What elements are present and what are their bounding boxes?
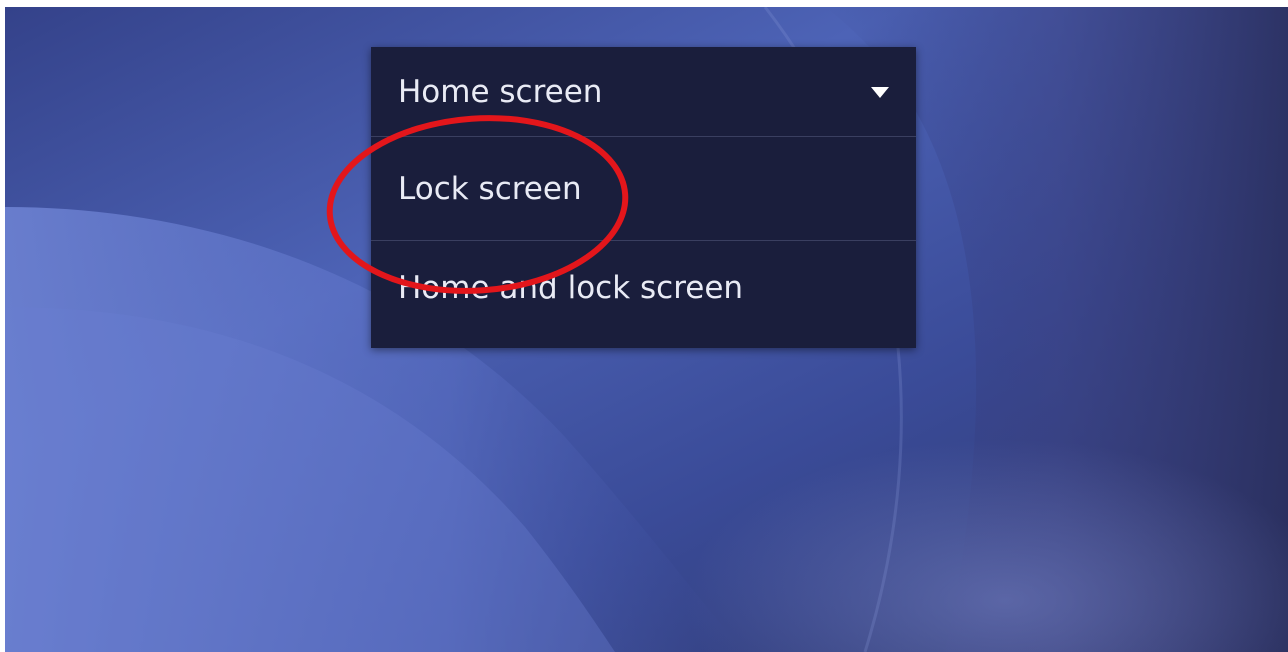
dropdown-option-label: Lock screen bbox=[398, 170, 582, 207]
caret-down-icon[interactable] bbox=[871, 87, 889, 98]
wallpaper-target-dropdown[interactable]: Home screen Lock screen Home and lock sc… bbox=[371, 47, 916, 348]
screen: Home screen Lock screen Home and lock sc… bbox=[5, 7, 1288, 652]
dropdown-option-lock-screen[interactable]: Lock screen bbox=[371, 137, 916, 241]
dropdown-option-home-and-lock-screen[interactable]: Home and lock screen bbox=[371, 241, 916, 334]
dropdown-option-label: Home and lock screen bbox=[398, 269, 744, 306]
dropdown-option-home-screen[interactable]: Home screen bbox=[371, 47, 916, 137]
dropdown-selected-label: Home screen bbox=[398, 73, 603, 110]
